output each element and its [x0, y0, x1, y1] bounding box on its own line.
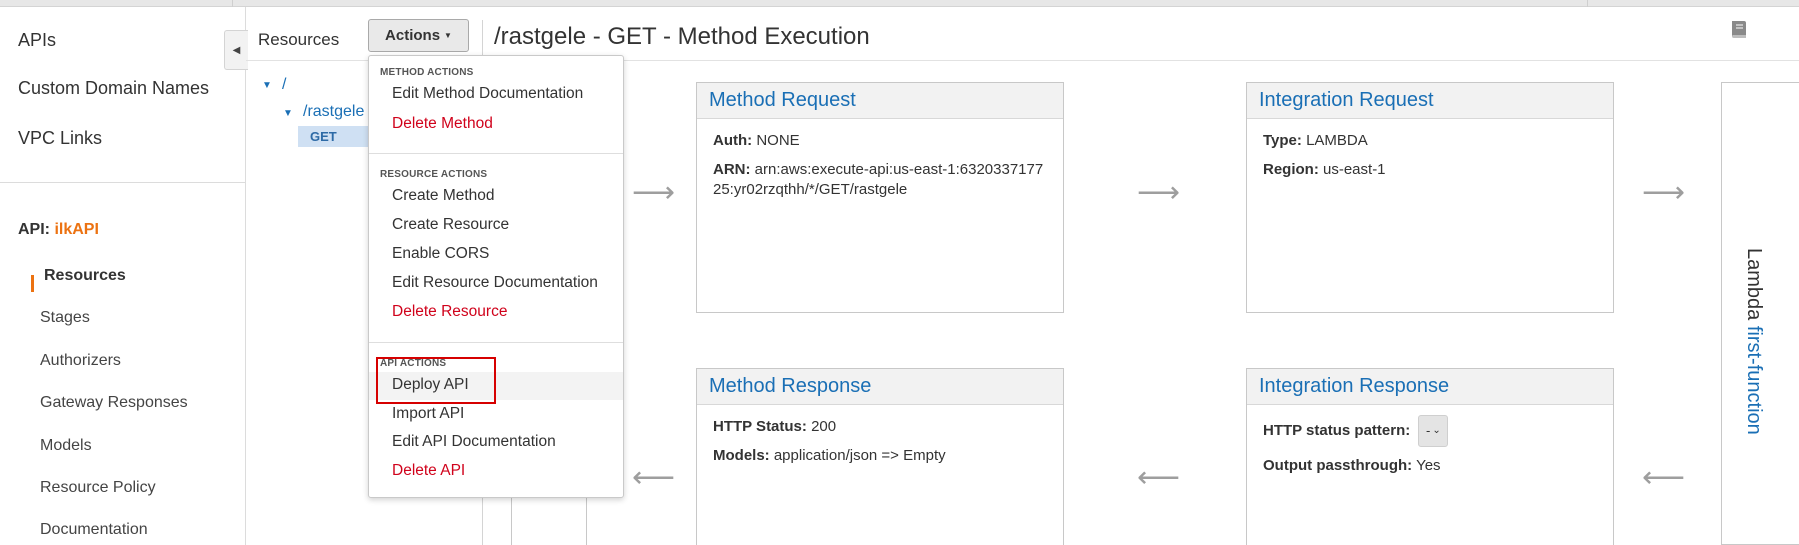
- arn-value: arn:aws:execute-api:us-east-1:6320337177…: [713, 161, 1044, 198]
- api-title: API: ilkAPI: [18, 221, 99, 239]
- arrow-left-icon: ⟵: [632, 461, 676, 494]
- integration-response-card: Integration Response HTTP status pattern…: [1246, 368, 1614, 545]
- status-pattern-select[interactable]: - ⌄: [1418, 415, 1449, 447]
- tree-node-root[interactable]: /: [282, 76, 286, 94]
- nav-divider: [0, 182, 246, 183]
- deploy-api-highlight: [376, 357, 496, 404]
- sub-item-models[interactable]: Models: [40, 437, 92, 455]
- arrow-right-icon: ⟶: [632, 176, 676, 209]
- integration-request-title[interactable]: Integration Request: [1247, 83, 1613, 119]
- tree-expand-icon[interactable]: ▼: [283, 108, 293, 119]
- method-response-title[interactable]: Method Response: [697, 369, 1063, 405]
- auth-key: Auth:: [713, 132, 753, 149]
- caret-down-icon: ▼: [444, 31, 452, 40]
- nav-item-custom-domain-names[interactable]: Custom Domain Names: [18, 78, 209, 99]
- arrow-left-icon: ⟵: [1642, 461, 1686, 494]
- integration-request-card: Integration Request Type: LAMBDA Region:…: [1246, 82, 1614, 313]
- menu-item-edit-method-documentation[interactable]: Edit Method Documentation: [369, 81, 623, 109]
- actions-dropdown-menu: METHOD ACTIONS Edit Method Documentation…: [368, 55, 624, 498]
- auth-value: NONE: [756, 132, 800, 149]
- arn-key: ARN:: [713, 161, 751, 178]
- menu-item-delete-resource[interactable]: Delete Resource: [369, 299, 623, 327]
- region-key: Region:: [1263, 161, 1319, 178]
- page-title: /rastgele - GET - Method Execution: [494, 23, 870, 50]
- lambda-type: Lambda: [1743, 248, 1765, 321]
- region-row: Region: us-east-1: [1263, 160, 1597, 180]
- type-row: Type: LAMBDA: [1263, 131, 1597, 151]
- collapse-nav-button[interactable]: ◀: [224, 30, 248, 70]
- method-request-card: Method Request Auth: NONE ARN: arn:aws:e…: [696, 82, 1064, 313]
- tree-expand-icon[interactable]: ▼: [262, 80, 272, 91]
- models-key: Models:: [713, 447, 770, 464]
- sub-item-stages[interactable]: Stages: [40, 309, 90, 327]
- models-value: application/json => Empty: [773, 447, 946, 464]
- actions-button[interactable]: Actions ▼: [368, 19, 469, 52]
- actions-label: Actions: [385, 27, 441, 44]
- chevron-left-icon: ◀: [232, 44, 241, 56]
- top-strip-divider: [232, 0, 233, 7]
- lambda-label: Lambda first-function: [1742, 248, 1765, 435]
- sub-item-resources[interactable]: Resources: [44, 267, 126, 285]
- region-value: us-east-1: [1323, 161, 1386, 178]
- menu-divider: [369, 342, 623, 343]
- api-name[interactable]: ilkAPI: [54, 221, 98, 238]
- method-response-card: Method Response HTTP Status: 200 Models:…: [696, 368, 1064, 545]
- menu-item-enable-cors[interactable]: Enable CORS: [369, 241, 623, 269]
- output-passthrough-key: Output passthrough:: [1263, 457, 1413, 474]
- book-icon[interactable]: [1728, 18, 1750, 40]
- auth-row: Auth: NONE: [713, 131, 1047, 151]
- menu-item-create-resource[interactable]: Create Resource: [369, 212, 623, 240]
- sub-item-documentation[interactable]: Documentation: [40, 521, 148, 539]
- menu-divider: [369, 153, 623, 154]
- tree-node-rastgele[interactable]: /rastgele: [303, 103, 364, 121]
- sub-item-gateway-responses[interactable]: Gateway Responses: [40, 394, 188, 412]
- status-pattern-key: HTTP status pattern:: [1263, 421, 1411, 439]
- method-actions-header: METHOD ACTIONS: [380, 67, 474, 78]
- top-strip: [0, 0, 1799, 7]
- integration-response-title[interactable]: Integration Response: [1247, 369, 1613, 405]
- menu-item-edit-api-documentation[interactable]: Edit API Documentation: [369, 429, 623, 457]
- type-key: Type:: [1263, 132, 1302, 149]
- arrow-right-icon: ⟶: [1642, 176, 1686, 209]
- nav-item-apis[interactable]: APIs: [18, 30, 56, 51]
- arrow-right-icon: ⟶: [1137, 176, 1181, 209]
- output-passthrough-row: Output passthrough: Yes: [1263, 456, 1597, 476]
- tree-method-get[interactable]: GET: [298, 126, 370, 147]
- sub-item-resource-policy[interactable]: Resource Policy: [40, 479, 156, 497]
- api-label: API:: [18, 221, 50, 238]
- arrow-left-icon: ⟵: [1137, 461, 1181, 494]
- active-indicator: [31, 275, 34, 292]
- menu-item-create-method[interactable]: Create Method: [369, 183, 623, 211]
- models-row: Models: application/json => Empty: [713, 446, 1047, 466]
- chevron-down-icon: ⌄: [1432, 425, 1441, 436]
- output-passthrough-value: Yes: [1416, 457, 1441, 474]
- http-status-value: 200: [811, 418, 837, 435]
- http-status-key: HTTP Status:: [713, 418, 807, 435]
- nav-item-vpc-links[interactable]: VPC Links: [18, 128, 102, 149]
- top-strip-divider: [1587, 0, 1588, 7]
- title-divider: [482, 60, 1799, 61]
- menu-item-import-api[interactable]: Import API: [369, 401, 623, 429]
- http-status-row: HTTP Status: 200: [713, 417, 1047, 437]
- menu-item-edit-resource-documentation[interactable]: Edit Resource Documentation: [369, 270, 623, 298]
- resources-label: Resources: [258, 30, 340, 49]
- arn-row: ARN: arn:aws:execute-api:us-east-1:63203…: [713, 160, 1047, 200]
- menu-item-delete-method[interactable]: Delete Method: [369, 111, 623, 139]
- status-pattern-row: HTTP status pattern: - ⌄: [1263, 415, 1597, 447]
- menu-item-delete-api[interactable]: Delete API: [369, 458, 623, 486]
- resource-actions-header: RESOURCE ACTIONS: [380, 169, 488, 180]
- type-value: LAMBDA: [1306, 132, 1368, 149]
- method-request-title[interactable]: Method Request: [697, 83, 1063, 119]
- lambda-function-link[interactable]: first-function: [1743, 326, 1765, 435]
- sub-item-authorizers[interactable]: Authorizers: [40, 352, 121, 370]
- status-pattern-value: -: [1426, 423, 1431, 438]
- left-navigation: APIs Custom Domain Names VPC Links API: …: [0, 7, 246, 545]
